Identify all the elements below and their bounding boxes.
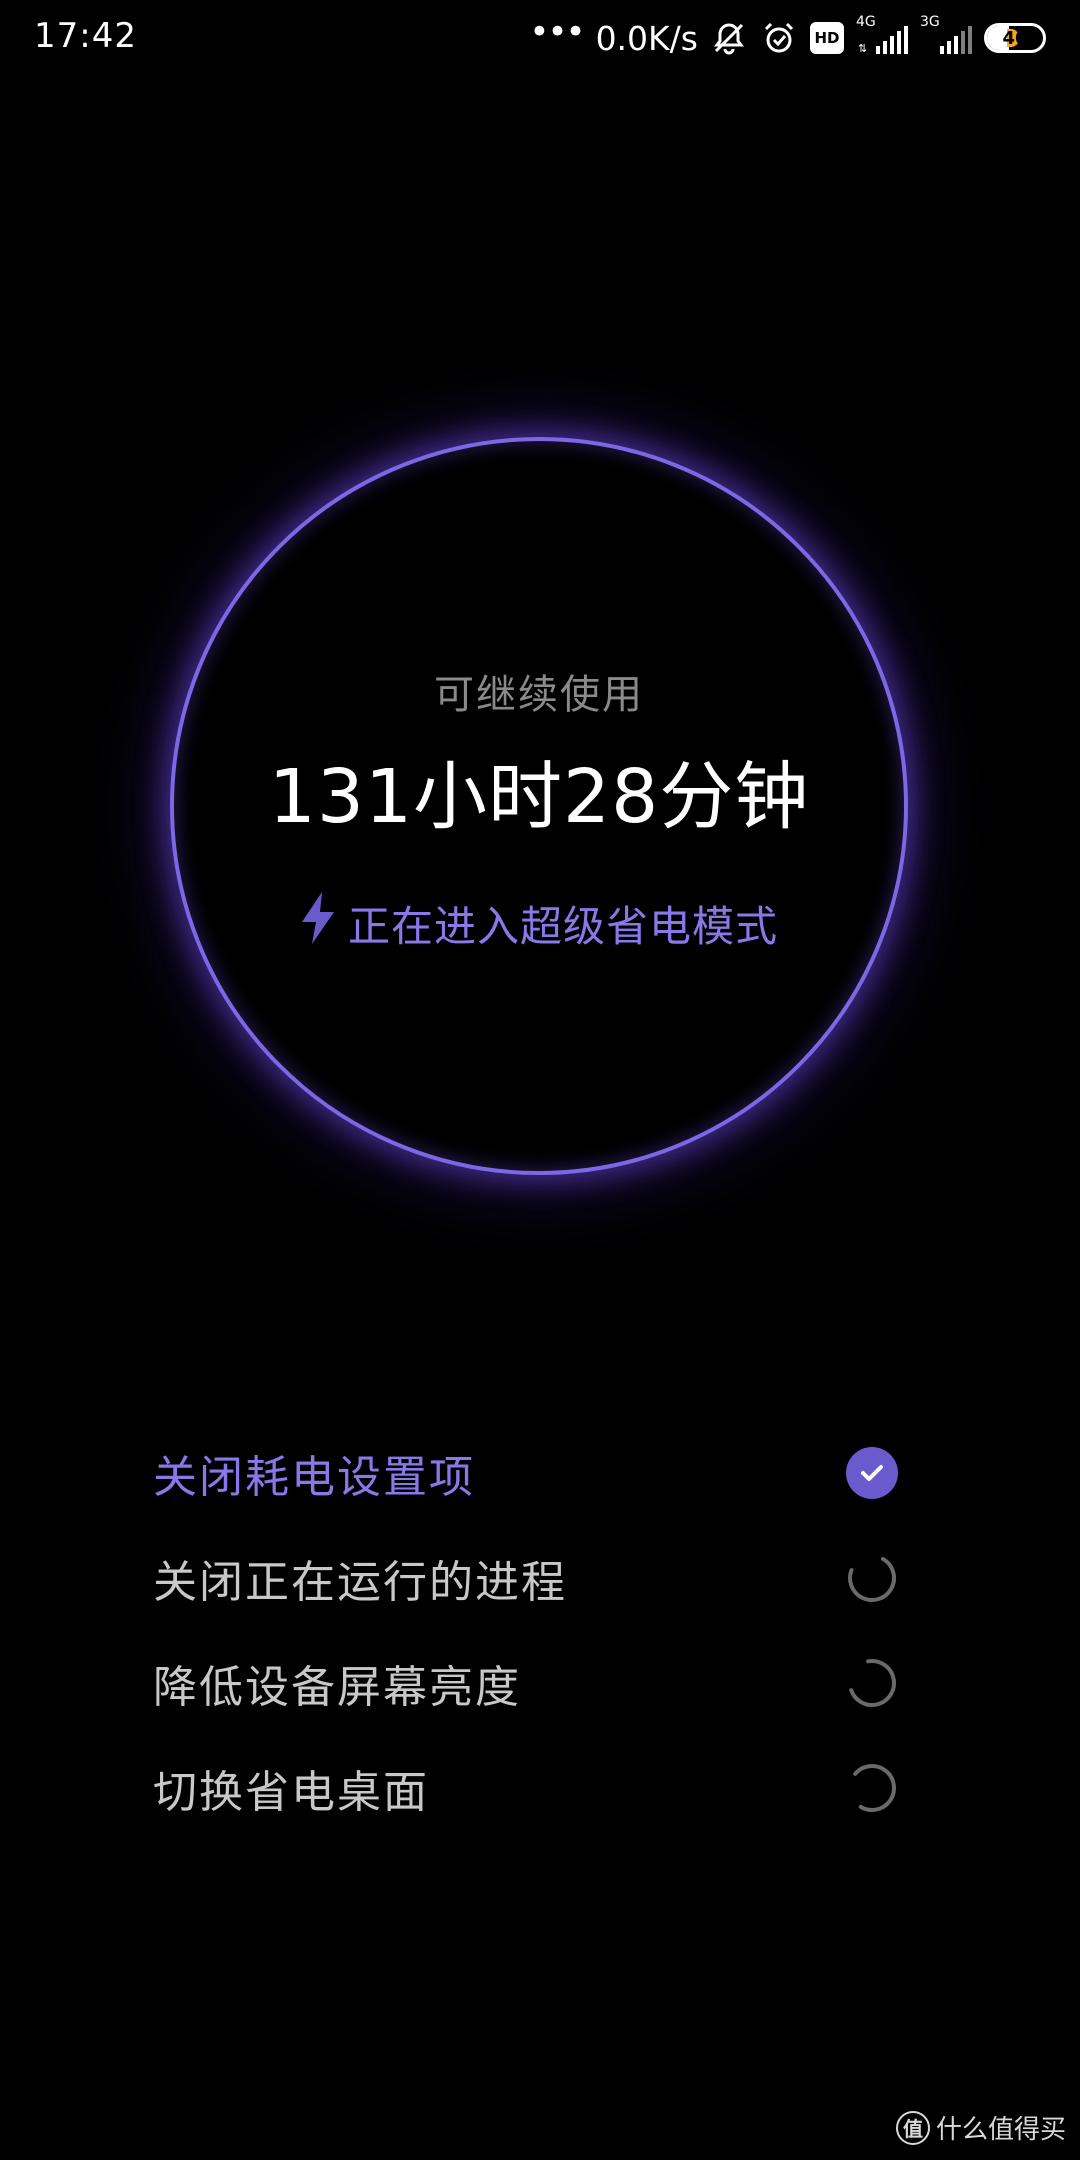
battery-icon: 40 — [984, 23, 1046, 53]
task-list: 关闭耗电设置项 关闭正在运行的进程 降低设备屏幕亮度 切换省电桌面 — [153, 1420, 898, 1840]
spinner-icon — [846, 1657, 898, 1709]
signal-4g-icon: 4G ⇅ — [856, 14, 908, 58]
battery-remaining-ring: 可继续使用 131小时28分钟 正在进入超级省电模式 — [170, 437, 908, 1175]
battery-percent: 40 — [1002, 27, 1028, 49]
task-item: 关闭正在运行的进程 — [153, 1525, 898, 1630]
task-item: 降低设备屏幕亮度 — [153, 1630, 898, 1735]
hd-icon: HD — [810, 22, 844, 54]
status-time: 17:42 — [34, 16, 137, 56]
lightning-bolt-icon — [300, 892, 336, 954]
data-arrows-icon: ⇅ — [858, 42, 868, 55]
signal-bars — [940, 26, 972, 54]
task-label: 关闭正在运行的进程 — [153, 1556, 567, 1608]
signal-3g-icon: 3G — [920, 14, 972, 58]
network-activity-dots: ••• — [529, 12, 585, 52]
task-label: 关闭耗电设置项 — [153, 1451, 475, 1503]
remaining-label: 可继续使用 — [434, 672, 644, 718]
check-circle-icon — [846, 1446, 898, 1499]
task-item: 关闭耗电设置项 — [153, 1420, 898, 1525]
ring-content: 可继续使用 131小时28分钟 正在进入超级省电模式 — [170, 437, 908, 1175]
watermark-logo: 值 — [895, 2110, 930, 2145]
network-speed: 0.0K/s — [595, 18, 698, 58]
task-label: 切换省电桌面 — [153, 1766, 429, 1818]
signal-gen-label: 3G — [920, 14, 940, 30]
remaining-time: 131小时28分钟 — [268, 754, 810, 840]
mode-status-text: 正在进入超级省电模式 — [347, 901, 778, 951]
spinner-icon — [846, 1762, 898, 1814]
watermark: 值 什么值得买 — [895, 2109, 1066, 2146]
signal-gen-label: 4G — [856, 14, 876, 30]
power-saving-screen: 17:42 ••• 0.0K/s HD 4G ⇅ 3G 40 可继续使用 131… — [0, 0, 1080, 2160]
mode-status: 正在进入超级省电模式 — [170, 892, 908, 954]
task-item: 切换省电桌面 — [153, 1735, 898, 1840]
watermark-text: 什么值得买 — [935, 2115, 1066, 2145]
status-bar: 17:42 ••• 0.0K/s HD 4G ⇅ 3G 40 — [0, 0, 1080, 80]
alarm-icon — [760, 19, 798, 57]
signal-bars — [876, 26, 908, 54]
spinner-icon — [846, 1552, 898, 1604]
task-label: 降低设备屏幕亮度 — [153, 1661, 521, 1713]
mute-bell-icon — [710, 19, 748, 57]
status-icons: ••• 0.0K/s HD 4G ⇅ 3G 40 — [529, 12, 1046, 60]
